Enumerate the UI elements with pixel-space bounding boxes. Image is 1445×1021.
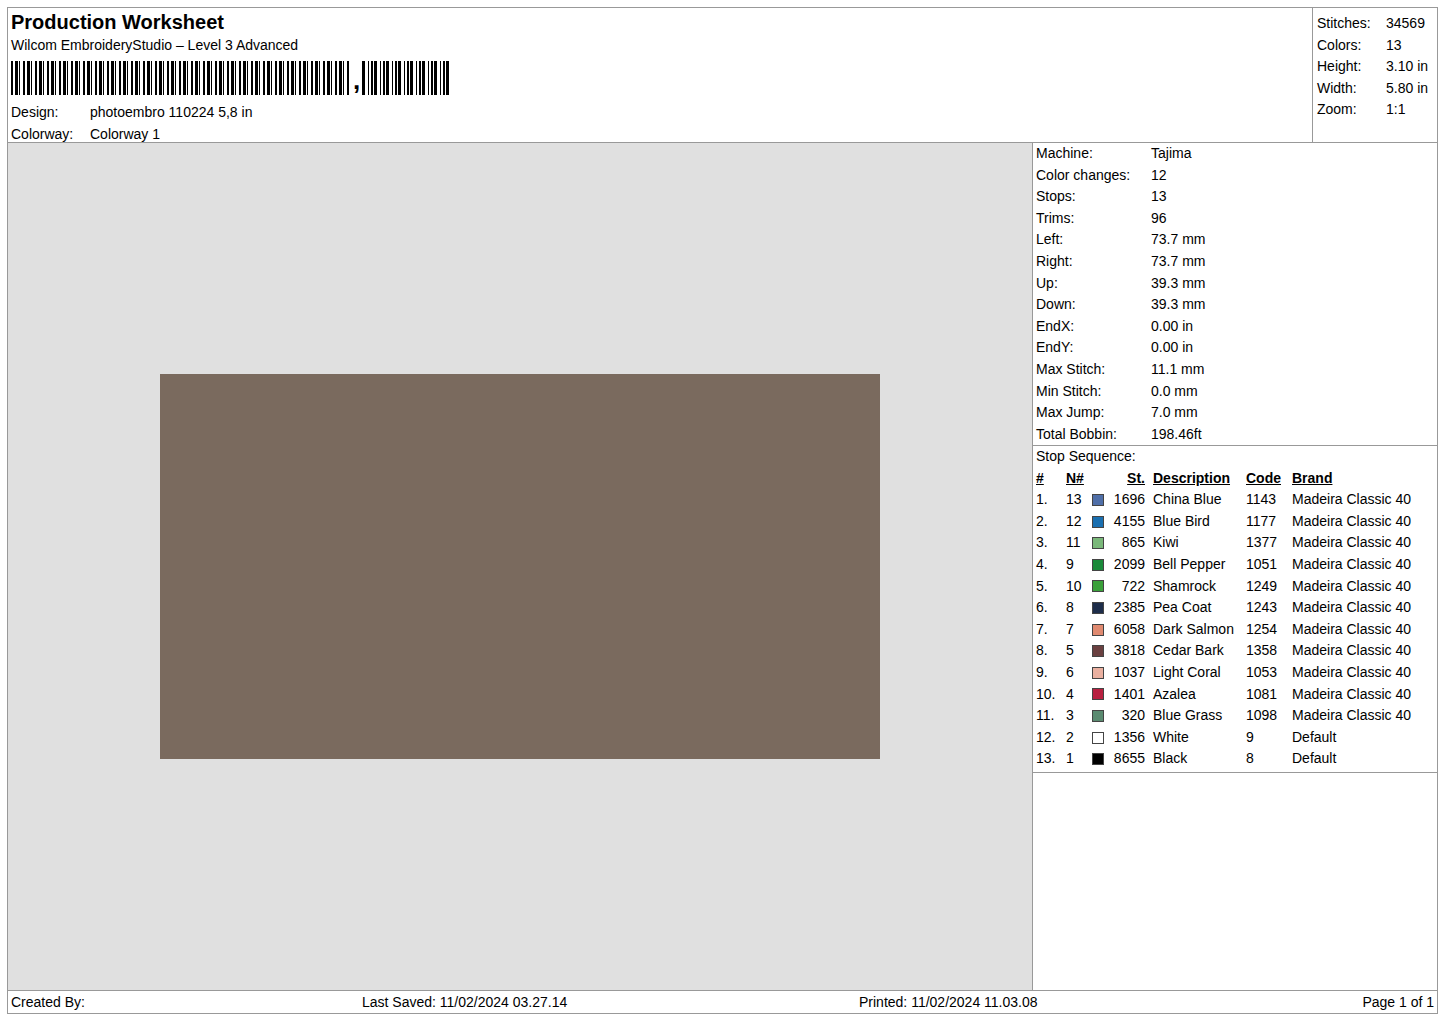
footer: Created By:Last Saved: 11/02/2024 03.27.… bbox=[8, 990, 1437, 1013]
color-swatch bbox=[1092, 753, 1104, 765]
stop-row: 8.53818Cedar Bark1358Madeira Classic 40 bbox=[1036, 640, 1437, 662]
color-swatch bbox=[1092, 516, 1104, 528]
color-swatch bbox=[1092, 645, 1104, 657]
summary-row: Width:5.80 in bbox=[1317, 78, 1437, 100]
machine-row: Trims:96 bbox=[1036, 208, 1437, 230]
machine-row: Left:73.7 mm bbox=[1036, 229, 1437, 251]
stop-row: 2.124155Blue Bird1177Madeira Classic 40 bbox=[1036, 511, 1437, 533]
machine-row: Min Stitch:0.0 mm bbox=[1036, 381, 1437, 403]
color-swatch bbox=[1092, 710, 1104, 722]
machine-row: EndX:0.00 in bbox=[1036, 316, 1437, 338]
machine-info: Machine:TajimaColor changes:12Stops:13Tr… bbox=[1033, 143, 1437, 446]
color-swatch bbox=[1092, 602, 1104, 614]
stop-row: 1.131696China Blue1143Madeira Classic 40 bbox=[1036, 489, 1437, 511]
summary-box: Stitches:34569Colors:13Height:3.10 inWid… bbox=[1312, 8, 1437, 142]
machine-row: Color changes:12 bbox=[1036, 165, 1437, 187]
color-swatch bbox=[1092, 494, 1104, 506]
barcode-icon bbox=[362, 61, 452, 95]
machine-row: Right:73.7 mm bbox=[1036, 251, 1437, 273]
barcode-icon bbox=[11, 61, 351, 95]
machine-row: Machine:Tajima bbox=[1036, 143, 1437, 165]
stop-row: 12.21356White9Default bbox=[1036, 727, 1437, 749]
stop-row: 6.82385Pea Coat1243Madeira Classic 40 bbox=[1036, 597, 1437, 619]
machine-row: Down:39.3 mm bbox=[1036, 294, 1437, 316]
stop-row: 3.11865Kiwi1377Madeira Classic 40 bbox=[1036, 532, 1437, 554]
stop-row: 13.18655Black8Default bbox=[1036, 748, 1437, 770]
software-name: Wilcom EmbroideryStudio – Level 3 Advanc… bbox=[11, 35, 1312, 55]
color-swatch bbox=[1092, 732, 1104, 744]
machine-row: EndY:0.00 in bbox=[1036, 337, 1437, 359]
barcode: , bbox=[11, 57, 1312, 95]
design-preview bbox=[160, 374, 880, 759]
summary-row: Stitches:34569 bbox=[1317, 13, 1437, 35]
color-swatch bbox=[1092, 667, 1104, 679]
stop-row: 5.10722Shamrock1249Madeira Classic 40 bbox=[1036, 576, 1437, 598]
summary-row: Colors:13 bbox=[1317, 35, 1437, 57]
header-field: Colorway:Colorway 1 bbox=[11, 123, 1312, 145]
summary-row: Height:3.10 in bbox=[1317, 56, 1437, 78]
stop-row: 7.76058Dark Salmon1254Madeira Classic 40 bbox=[1036, 619, 1437, 641]
color-swatch bbox=[1092, 580, 1104, 592]
machine-row: Total Bobbin:198.46ft bbox=[1036, 424, 1437, 446]
color-swatch bbox=[1092, 688, 1104, 700]
machine-row: Max Jump:7.0 mm bbox=[1036, 402, 1437, 424]
worksheet-title: Production Worksheet bbox=[11, 9, 1312, 35]
design-canvas bbox=[8, 143, 1033, 990]
header: Production WorksheetWilcom EmbroideryStu… bbox=[8, 8, 1437, 143]
summary-row: Zoom:1:1 bbox=[1317, 99, 1437, 121]
machine-row: Max Stitch:11.1 mm bbox=[1036, 359, 1437, 381]
color-swatch bbox=[1092, 559, 1104, 571]
stop-row: 11.3320Blue Grass1098Madeira Classic 40 bbox=[1036, 705, 1437, 727]
worksheet-page: Production WorksheetWilcom EmbroideryStu… bbox=[0, 0, 1445, 1021]
color-swatch bbox=[1092, 537, 1104, 549]
color-swatch bbox=[1092, 624, 1104, 636]
stop-row: 10.41401Azalea1081Madeira Classic 40 bbox=[1036, 684, 1437, 706]
header-field: Design:photoembro 110224 5,8 in bbox=[11, 101, 1312, 123]
machine-row: Up:39.3 mm bbox=[1036, 273, 1437, 295]
stop-header: #N#St.DescriptionCodeBrand bbox=[1036, 468, 1437, 490]
stop-sequence: Stop Sequence:#N#St.DescriptionCodeBrand… bbox=[1033, 446, 1437, 773]
machine-row: Stops:13 bbox=[1036, 186, 1437, 208]
stop-row: 9.61037Light Coral1053Madeira Classic 40 bbox=[1036, 662, 1437, 684]
stop-row: 4.92099Bell Pepper1051Madeira Classic 40 bbox=[1036, 554, 1437, 576]
